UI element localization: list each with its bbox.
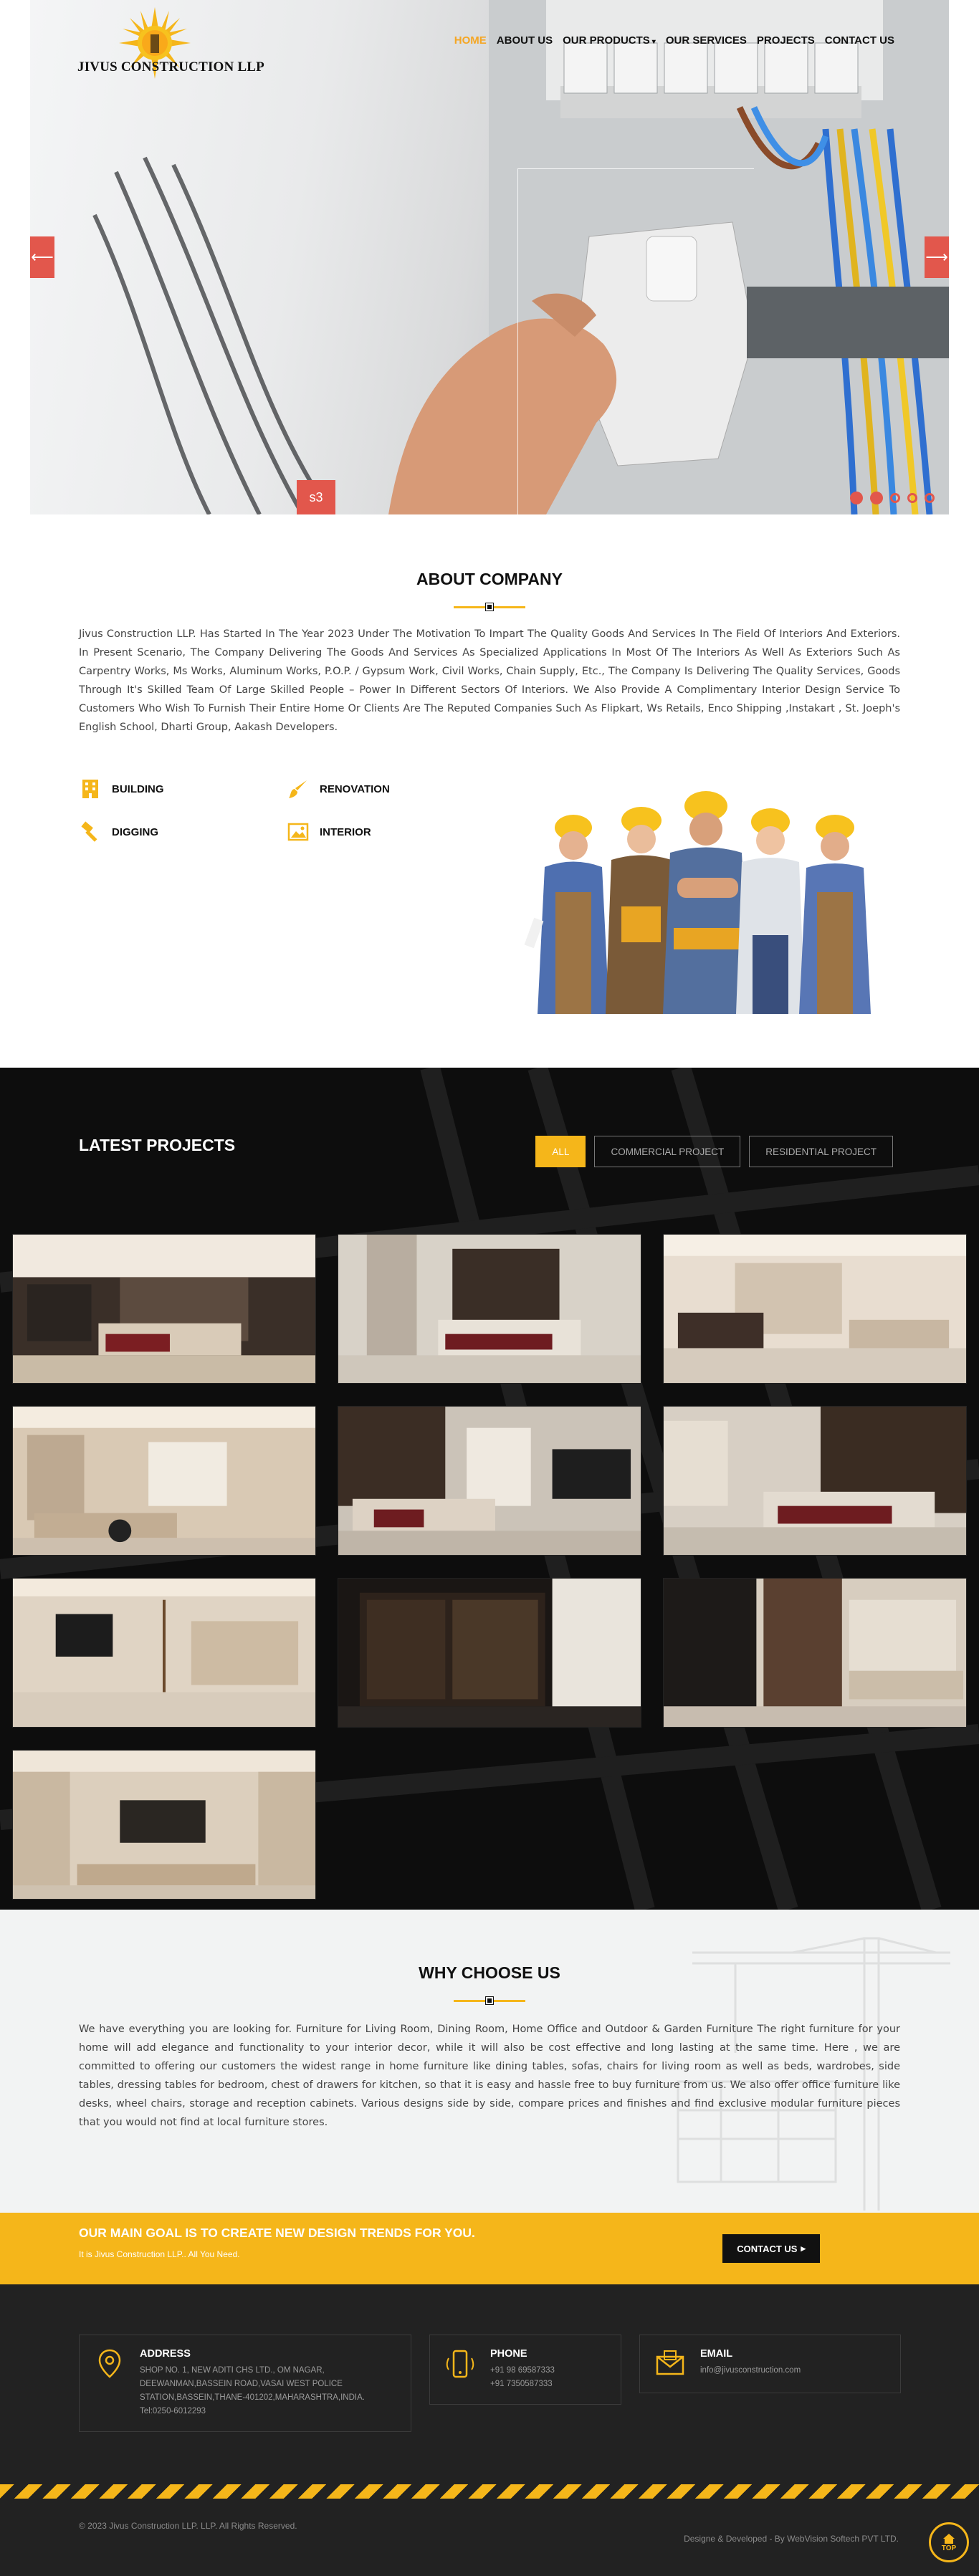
slider-next-button[interactable]: ⟶ [925, 236, 949, 278]
filter-residential[interactable]: RESIDENTIAL PROJECT [749, 1136, 893, 1167]
construction-workers-image [524, 791, 871, 1014]
feature-label: BUILDING [112, 782, 164, 795]
address-line: STATION,BASSEIN,THANE-401202,MAHARASHTRA… [140, 2393, 365, 2402]
about-title: ABOUT COMPANY [416, 570, 563, 588]
project-tile[interactable] [338, 1406, 641, 1556]
arrow-right-icon: ⟶ [925, 248, 948, 266]
project-tile[interactable] [663, 1578, 967, 1728]
phone-number[interactable]: +91 7350587333 [490, 2378, 555, 2391]
slider-dot[interactable] [850, 492, 863, 504]
hero-slider: JIVUS CONSTRUCTION LLP HOME ABOUT US OUR… [0, 0, 979, 534]
nav-our-services[interactable]: OUR SERVICES [666, 34, 747, 47]
nav-our-products-label: OUR PRODUCTS [563, 34, 650, 47]
title-divider [454, 1996, 525, 2005]
phone-number[interactable]: +91 98 69587333 [490, 2364, 555, 2378]
brand-name: JIVUS CONSTRUCTION LLP [77, 59, 264, 75]
caret-right-icon: ▸ [801, 2243, 806, 2254]
picture-icon [287, 820, 310, 843]
feature-digging: DIGGING [79, 820, 287, 843]
feature-list: BUILDING RENOVATION DIGGING INTERIOR [79, 777, 502, 843]
address-line: DEEWANMAN,BASSEIN ROAD,VASAI WEST POLICE [140, 2380, 343, 2388]
building-icon [79, 777, 102, 800]
hammer-icon [79, 820, 102, 843]
slider-prev-button[interactable]: ⟵ [30, 236, 54, 278]
filter-commercial[interactable]: COMMERCIAL PROJECT [594, 1136, 741, 1167]
site-logo[interactable]: JIVUS CONSTRUCTION LLP [77, 7, 264, 79]
project-tile[interactable] [663, 1234, 967, 1384]
feature-label: RENOVATION [320, 782, 390, 795]
phone-title: PHONE [490, 2348, 527, 2360]
about-text: Jivus Construction LLP. Has Started In T… [79, 628, 900, 733]
site-footer: ADDRESS SHOP NO. 1, NEW ADITI CHS LTD., … [0, 2284, 979, 2576]
project-tile[interactable] [12, 1578, 316, 1728]
project-tile[interactable] [12, 1234, 316, 1384]
mobile-phone-icon [446, 2350, 474, 2378]
address-card: ADDRESS SHOP NO. 1, NEW ADITI CHS LTD., … [79, 2335, 411, 2432]
hazard-stripe [0, 2484, 979, 2499]
about-section: ABOUT COMPANY Jivus Construction LLP. Ha… [0, 534, 979, 1068]
slider-dot-active[interactable] [907, 493, 917, 503]
developer-credit[interactable]: Designe & Developed - By WebVision Softe… [684, 2534, 899, 2544]
address-title: ADDRESS [140, 2348, 191, 2360]
contact-us-label: CONTACT US [737, 2243, 798, 2254]
feature-building: BUILDING [79, 777, 287, 800]
nav-projects[interactable]: PROJECTS [757, 34, 815, 47]
project-gallery [12, 1234, 967, 1900]
site-header: JIVUS CONSTRUCTION LLP HOME ABOUT US OUR… [0, 0, 979, 86]
chevron-down-icon: ▾ [651, 38, 656, 46]
email-title: EMAIL [700, 2348, 733, 2360]
why-text: We have everything you are looking for. … [79, 2024, 900, 2128]
project-tile[interactable] [12, 1750, 316, 1900]
arrow-left-icon: ⟵ [31, 248, 54, 266]
slide-label: s3 [297, 480, 335, 514]
project-tile[interactable] [338, 1578, 641, 1728]
projects-title: LATEST PROJECTS [79, 1136, 236, 1154]
slider-dot[interactable] [870, 492, 883, 504]
filter-all[interactable]: ALL [535, 1136, 586, 1167]
nav-home[interactable]: HOME [454, 34, 487, 47]
contact-cards: ADDRESS SHOP NO. 1, NEW ADITI CHS LTD., … [79, 2335, 901, 2432]
slider-dot[interactable] [890, 493, 900, 503]
nav-about-us[interactable]: ABOUT US [497, 34, 553, 47]
title-divider [454, 603, 525, 611]
slide-frame-overlay [517, 168, 754, 514]
feature-label: INTERIOR [320, 825, 371, 838]
project-tile[interactable] [338, 1234, 641, 1384]
project-tile[interactable] [663, 1406, 967, 1556]
goal-banner: OUR MAIN GOAL IS TO CREATE NEW DESIGN TR… [0, 2213, 979, 2284]
paintbrush-icon [287, 777, 310, 800]
email-card: EMAIL info@jivusconstruction.com [639, 2335, 901, 2393]
main-nav: HOME ABOUT US OUR PRODUCTS ▾ OUR SERVICES… [454, 34, 894, 47]
copyright-text: © 2023 Jivus Construction LLP. LLP. All … [79, 2521, 297, 2531]
feature-interior: INTERIOR [287, 820, 495, 843]
envelope-icon [656, 2350, 684, 2375]
email-address[interactable]: info@jivusconstruction.com [700, 2364, 801, 2378]
feature-renovation: RENOVATION [287, 777, 495, 800]
address-phone: Tel:0250-6012293 [140, 2407, 206, 2415]
contact-us-button[interactable]: CONTACT US ▸ [722, 2234, 820, 2263]
back-to-top-label: TOP [941, 2544, 957, 2552]
slider-pagination [850, 492, 935, 504]
home-icon [943, 2533, 955, 2544]
nav-contact-us[interactable]: CONTACT US [825, 34, 894, 47]
project-tile[interactable] [12, 1406, 316, 1556]
projects-section: LATEST PROJECTS ALL COMMERCIAL PROJECT R… [0, 1068, 979, 1910]
phone-card: PHONE +91 98 69587333 +91 7350587333 [429, 2335, 621, 2405]
slider-dot[interactable] [925, 493, 935, 503]
location-pin-icon [98, 2349, 121, 2378]
nav-our-products[interactable]: OUR PRODUCTS ▾ [563, 34, 656, 47]
back-to-top-button[interactable]: TOP [929, 2522, 969, 2562]
project-filters: ALL COMMERCIAL PROJECT RESIDENTIAL PROJE… [535, 1136, 893, 1167]
why-section: WHY CHOOSE US We have everything you are… [0, 1910, 979, 2213]
feature-label: DIGGING [112, 825, 159, 838]
address-line: SHOP NO. 1, NEW ADITI CHS LTD., OM NAGAR… [140, 2366, 325, 2375]
